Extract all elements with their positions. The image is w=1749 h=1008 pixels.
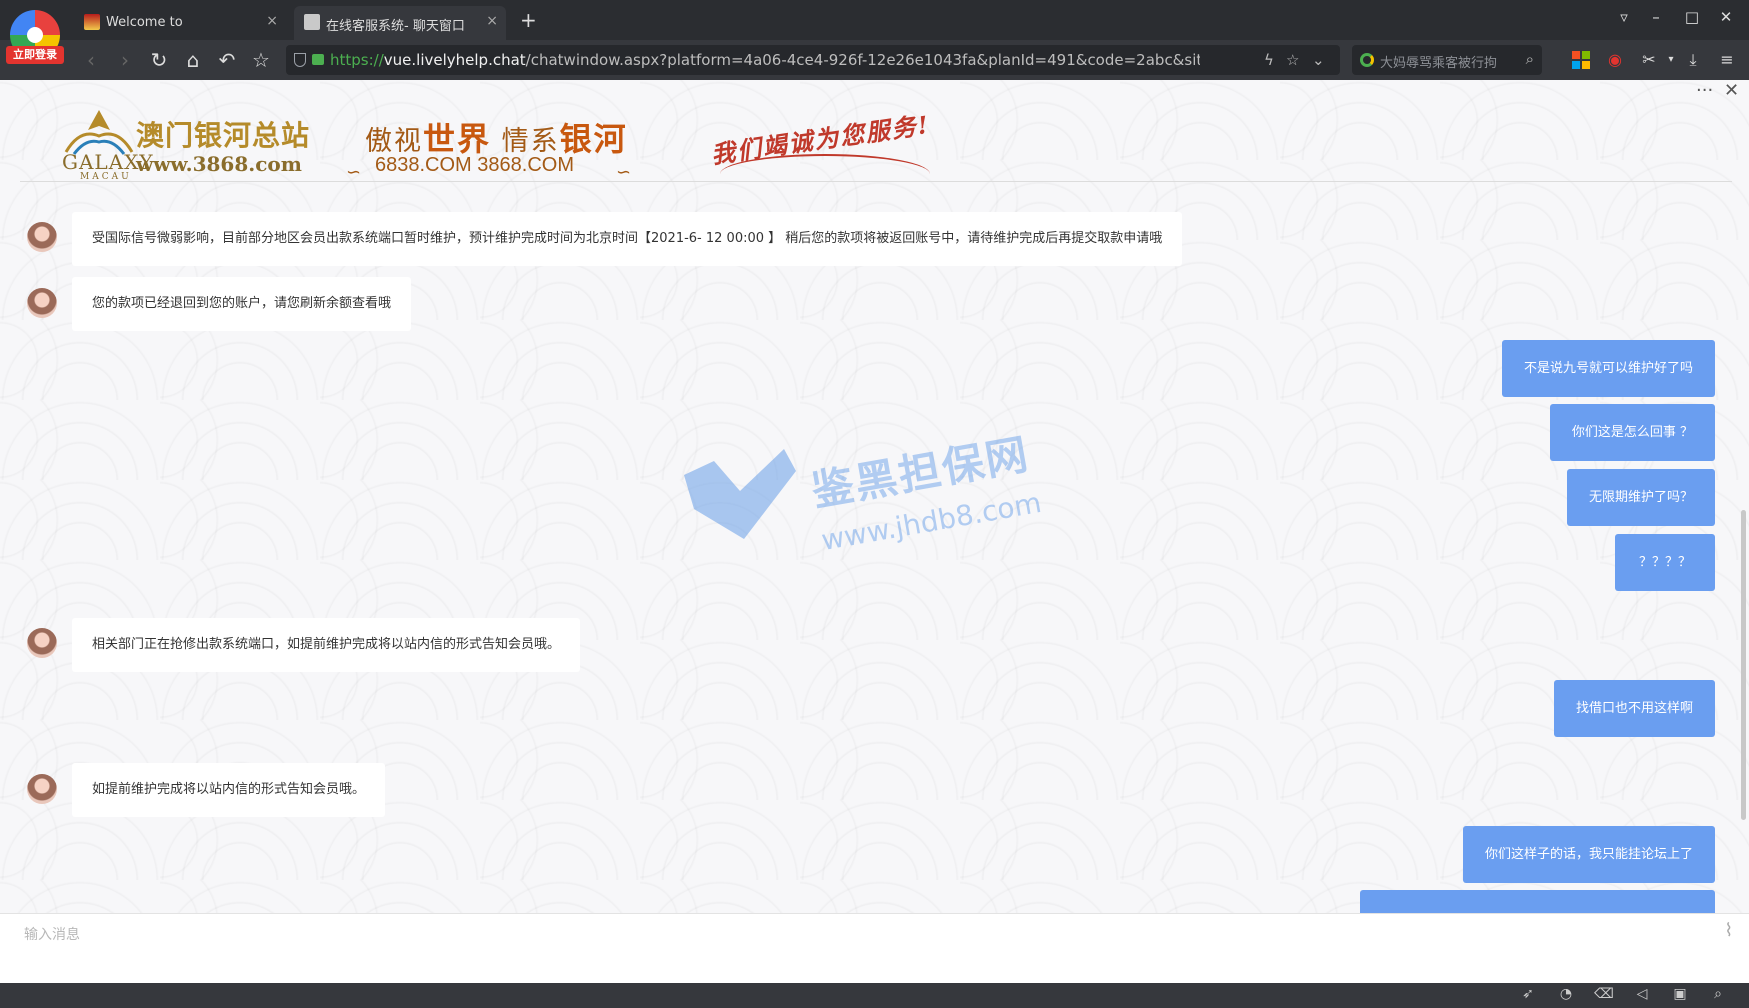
- chat-page: ··· ✕ GALAXY MACAU 澳门银河总站 www.3868.com 傲…: [0, 80, 1749, 983]
- window-icon[interactable]: ▣: [1670, 986, 1690, 1002]
- user-message: 不是说九号就可以维护好了吗: [1501, 340, 1715, 397]
- reload-icon[interactable]: ↻: [146, 47, 172, 73]
- lock-icon: [312, 54, 324, 65]
- menu-icon[interactable]: ≡: [1716, 49, 1738, 71]
- slogan-arc: [720, 154, 930, 194]
- forward-icon[interactable]: ›: [112, 47, 138, 73]
- user-message: 找借口也不用这样啊: [1553, 680, 1715, 737]
- download-icon[interactable]: ⤓: [1682, 49, 1704, 71]
- home-icon[interactable]: ⌂: [180, 47, 206, 73]
- undo-close-icon[interactable]: ↶: [214, 47, 240, 73]
- agent-message: 受国际信号微弱影响，目前部分地区会员出款系统端口暂时维护，预计维护完成时间为北京…: [72, 212, 1183, 266]
- site-favicon-icon: [84, 14, 100, 30]
- security-shield-icon: [294, 53, 306, 67]
- agent-message: 您的款项已经退回到您的账户，请您刷新余额查看哦: [72, 277, 412, 331]
- chevron-down-icon[interactable]: ⌄: [1312, 51, 1325, 69]
- search-icon[interactable]: ⌕: [1526, 50, 1534, 68]
- address-bar[interactable]: https://vue.livelyhelp.chat/chatwindow.a…: [286, 45, 1340, 75]
- user-message: ？？？？: [1615, 534, 1715, 591]
- favorite-star-icon[interactable]: ☆: [1286, 51, 1299, 69]
- url-text[interactable]: https://vue.livelyhelp.chat/chatwindow.a…: [330, 51, 1200, 69]
- tab-close-icon[interactable]: ×: [486, 13, 498, 29]
- scrollbar-thumb[interactable]: [1741, 510, 1746, 820]
- message-input[interactable]: [24, 922, 1674, 948]
- volume-icon[interactable]: ◁: [1632, 986, 1652, 1002]
- swirl-right-icon: ∽: [616, 162, 632, 183]
- maximize-icon[interactable]: □: [1680, 8, 1704, 26]
- more-icon[interactable]: ···: [1696, 80, 1713, 101]
- lightning-icon[interactable]: ϟ: [1264, 51, 1274, 69]
- apps-grid-icon[interactable]: [1570, 49, 1592, 71]
- browser-toolbar: ‹ › ↻ ⌂ ↶ ☆ https://vue.livelyhelp.chat/…: [0, 40, 1749, 80]
- brand-cn: 澳门银河总站: [136, 119, 311, 152]
- scrollbar[interactable]: [1737, 190, 1749, 910]
- swirl-left-icon: ∽: [346, 162, 362, 183]
- trash-icon[interactable]: ⌫: [1594, 986, 1614, 1002]
- new-tab-button[interactable]: +: [520, 8, 537, 32]
- status-bar: ➶ ◔ ⌫ ◁ ▣ ⌕: [0, 983, 1749, 1008]
- search-engine-icon: [1360, 53, 1374, 67]
- attachment-icon[interactable]: ⌇: [1724, 920, 1733, 941]
- chevron-down-icon[interactable]: ▾: [1660, 49, 1682, 71]
- tab-welcome[interactable]: Welcome to ×: [74, 6, 286, 40]
- close-window-icon[interactable]: ✕: [1714, 8, 1738, 26]
- user-message: 你们这是怎么回事 ？: [1549, 404, 1715, 461]
- tab-title: 在线客服系统- 聊天窗口: [326, 19, 465, 34]
- user-message: 无限期维护了吗？: [1566, 469, 1715, 526]
- login-badge[interactable]: 立即登录: [6, 46, 64, 64]
- tab-chat-window[interactable]: 在线客服系统- 聊天窗口 ×: [294, 6, 506, 40]
- agent-message: 如提前维护完成将以站内信的形式告知会员哦。: [72, 763, 386, 817]
- zoom-icon[interactable]: ⌕: [1708, 986, 1728, 1002]
- close-chat-icon[interactable]: ✕: [1724, 80, 1739, 101]
- shirt-skin-icon[interactable]: ▿: [1612, 8, 1636, 26]
- composer: ⌇: [0, 913, 1749, 983]
- agent-avatar: [27, 222, 57, 252]
- brand-url: www.3868.com: [136, 152, 302, 176]
- message-list: 受国际信号微弱影响，目前部分地区会员出款系统端口暂时维护，预计维护完成时间为北京…: [0, 190, 1749, 947]
- minimize-icon[interactable]: –: [1644, 8, 1668, 26]
- speed-icon[interactable]: ◔: [1556, 986, 1576, 1002]
- user-message: 你们这样子的话，我只能挂论坛上了: [1462, 826, 1715, 883]
- brand-banner: GALAXY MACAU 澳门银河总站 www.3868.com 傲视世界 情系…: [20, 102, 1732, 183]
- tab-bar: Welcome to × 在线客服系统- 聊天窗口 × + ▿ – □ ✕: [0, 0, 1749, 40]
- rocket-icon[interactable]: ➶: [1518, 986, 1538, 1002]
- page-favicon-icon: [304, 14, 320, 30]
- agent-avatar: [27, 774, 57, 804]
- back-icon[interactable]: ‹: [78, 47, 104, 73]
- tab-close-icon[interactable]: ×: [266, 13, 278, 29]
- scissors-icon[interactable]: ✂: [1638, 49, 1660, 71]
- agent-avatar: [27, 288, 57, 318]
- brand-domains: 6838.COM 3868.COM: [375, 154, 574, 176]
- tab-title: Welcome to: [106, 15, 183, 30]
- agent-avatar: [27, 628, 57, 658]
- search-box[interactable]: 大妈辱骂乘客被行拘 ⌕: [1352, 45, 1542, 75]
- search-input[interactable]: 大妈辱骂乘客被行拘: [1380, 52, 1497, 71]
- bookmark-star-icon[interactable]: ☆: [248, 47, 274, 73]
- agent-message: 相关部门正在抢修出款系统端口，如提前维护完成将以站内信的形式告知会员哦。: [72, 618, 581, 672]
- gamepad-icon[interactable]: ◉: [1604, 49, 1626, 71]
- brand-sub: MACAU: [80, 172, 132, 182]
